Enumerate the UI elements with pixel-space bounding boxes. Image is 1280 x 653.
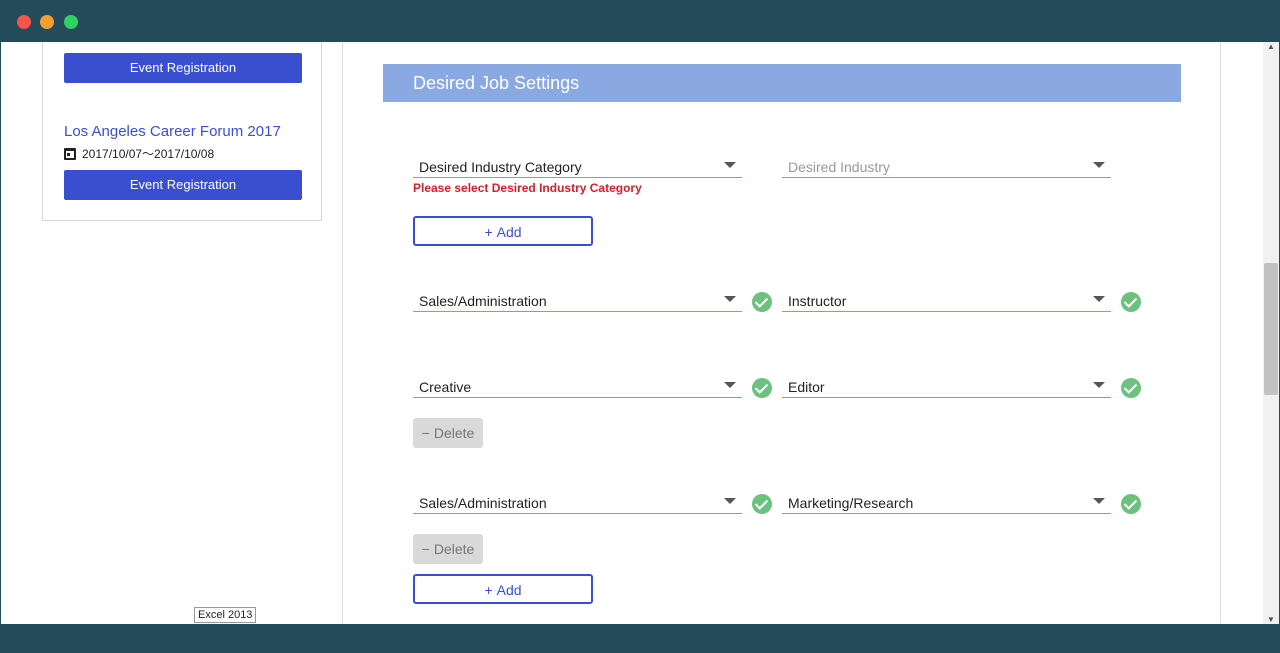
- select-value: Instructor: [788, 293, 847, 309]
- event-registration-button[interactable]: Event Registration: [64, 170, 302, 200]
- add-button[interactable]: + Add: [413, 574, 593, 604]
- event-date-text: 2017/10/07〜2017/10/08: [82, 147, 215, 161]
- delete-button[interactable]: − Delete: [413, 534, 483, 564]
- chevron-down-icon: [1093, 162, 1105, 168]
- page-viewport: Event Registration Los Angeles Career Fo…: [1, 42, 1263, 624]
- chevron-down-icon: [1093, 296, 1105, 302]
- maximize-window-button[interactable]: [64, 15, 78, 29]
- delete-button[interactable]: − Delete: [413, 418, 483, 448]
- check-icon: [752, 292, 772, 312]
- chevron-down-icon: [724, 382, 736, 388]
- select-value: Creative: [419, 379, 472, 395]
- delete-label: Delete: [433, 425, 475, 441]
- event-registration-button[interactable]: Event Registration: [64, 53, 302, 83]
- close-window-button[interactable]: [17, 15, 31, 29]
- check-icon: [1121, 378, 1141, 398]
- scroll-down-icon[interactable]: ▼: [1267, 615, 1275, 624]
- check-icon: [1121, 292, 1141, 312]
- minimize-window-button[interactable]: [40, 15, 54, 29]
- industry-select[interactable]: Marketing/Research: [782, 488, 1111, 514]
- event-card: Event Registration Los Angeles Career Fo…: [42, 42, 322, 221]
- scrollbar-thumb[interactable]: [1264, 263, 1278, 395]
- chevron-down-icon: [724, 296, 736, 302]
- select-placeholder: Desired Industry: [788, 159, 890, 175]
- industry-select[interactable]: Desired Industry: [782, 152, 1111, 178]
- error-message: Please select Desired Industry Category: [413, 181, 642, 195]
- chevron-down-icon: [724, 162, 736, 168]
- chevron-down-icon: [1093, 498, 1105, 504]
- bottom-bar: [0, 624, 1280, 653]
- check-icon: [1121, 494, 1141, 514]
- plus-icon: +: [484, 582, 493, 598]
- chevron-down-icon: [724, 498, 736, 504]
- add-label: Add: [496, 224, 522, 240]
- tooltip: Excel 2013: [194, 607, 257, 623]
- event-date: 2017/10/07〜2017/10/08: [64, 145, 214, 162]
- select-value: Editor: [788, 379, 825, 395]
- event-title-link[interactable]: Los Angeles Career Forum 2017: [64, 123, 281, 140]
- browser-window: Event Registration Los Angeles Career Fo…: [0, 0, 1280, 653]
- industry-category-select[interactable]: Creative: [413, 372, 742, 398]
- select-value: Sales/Administration: [419, 495, 547, 511]
- industry-category-select[interactable]: Sales/Administration: [413, 488, 742, 514]
- minus-icon: −: [421, 425, 430, 441]
- delete-label: Delete: [433, 541, 475, 557]
- industry-select[interactable]: Editor: [782, 372, 1111, 398]
- industry-select[interactable]: Instructor: [782, 286, 1111, 312]
- select-value: Desired Industry Category: [419, 159, 582, 175]
- vertical-scrollbar[interactable]: ▲ ▼: [1263, 42, 1279, 624]
- industry-category-select[interactable]: Sales/Administration: [413, 286, 742, 312]
- check-icon: [752, 494, 772, 514]
- industry-category-select[interactable]: Desired Industry Category: [413, 152, 742, 178]
- divider: [1220, 42, 1221, 624]
- title-bar: [0, 0, 1280, 42]
- minus-icon: −: [421, 541, 430, 557]
- add-label: Add: [496, 582, 522, 598]
- section-title: Desired Job Settings: [383, 64, 1181, 102]
- scroll-up-icon[interactable]: ▲: [1267, 42, 1275, 51]
- check-icon: [752, 378, 772, 398]
- select-value: Marketing/Research: [788, 495, 914, 511]
- chevron-down-icon: [1093, 382, 1105, 388]
- add-button[interactable]: + Add: [413, 216, 593, 246]
- plus-icon: +: [484, 224, 493, 240]
- select-value: Sales/Administration: [419, 293, 547, 309]
- calendar-icon: [64, 147, 76, 160]
- divider: [342, 42, 343, 624]
